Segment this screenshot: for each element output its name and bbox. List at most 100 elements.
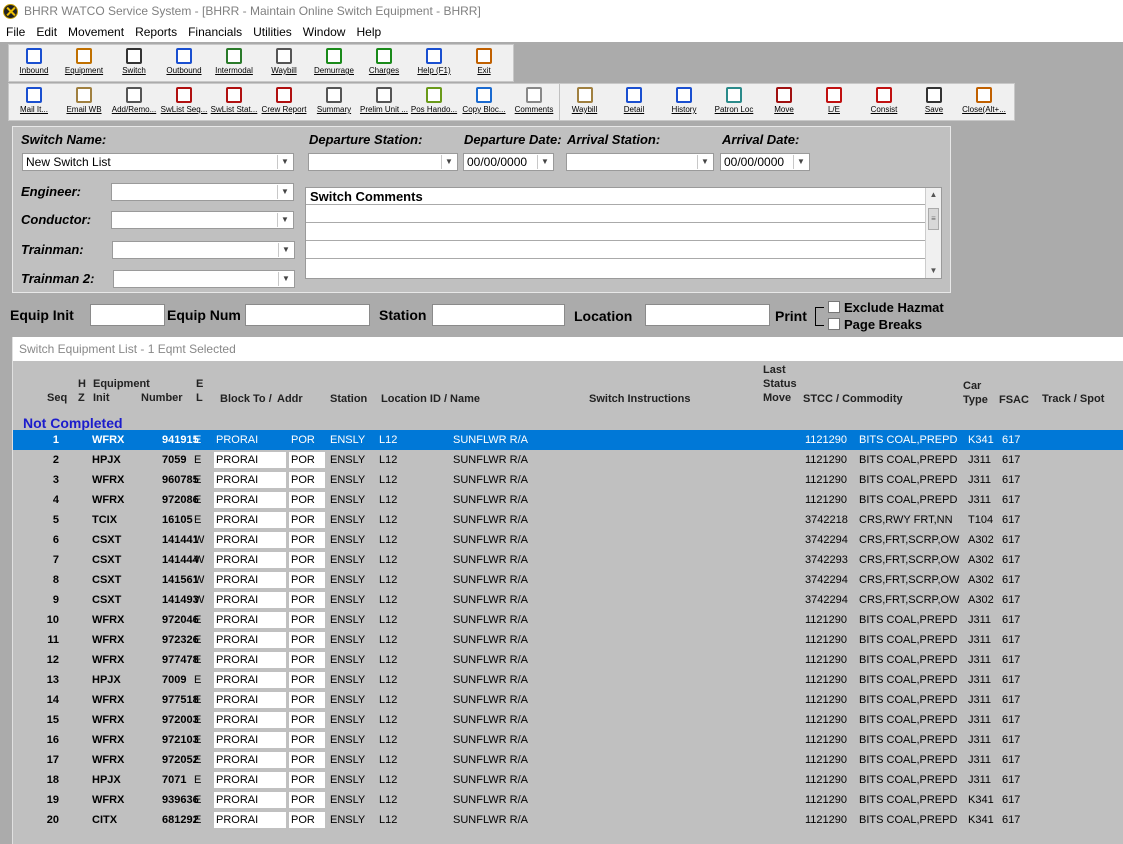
chevron-down-icon[interactable]: ▼ xyxy=(278,272,293,286)
col-equipment[interactable]: Equipment xyxy=(93,377,150,391)
col-block-to[interactable]: Block To / xyxy=(220,392,272,406)
table-row[interactable]: 4 WFRX 972086 E PRORAI POR ENSLY L12 SUNFLWR R/A… xyxy=(13,490,1123,510)
toolbar-button-consist[interactable]: Consist xyxy=(859,84,909,120)
table-row[interactable]: 7 CSXT 141444 W PRORAI POR ENSLY L12 SUNFLWR R/A… xyxy=(13,550,1123,570)
cell-addr[interactable]: POR xyxy=(289,792,325,808)
menu-reports[interactable]: Reports xyxy=(129,23,182,42)
comment-line[interactable] xyxy=(306,205,925,223)
col-status[interactable]: Status xyxy=(763,377,797,391)
col-stcc-commodity[interactable]: STCC / Commodity xyxy=(803,392,903,406)
table-row[interactable]: 13 HPJX 7009 E PRORAI POR ENSLY L12 SUNFLWR R/A 1… xyxy=(13,670,1123,690)
equip-num-input[interactable] xyxy=(245,304,370,326)
col-station[interactable]: Station xyxy=(330,392,367,406)
cell-addr[interactable]: POR xyxy=(289,452,325,468)
toolbar-button-copy-bloc[interactable]: Copy Bloc... xyxy=(459,84,509,120)
departure-station-combo[interactable]: ▼ xyxy=(308,153,458,171)
toolbar-button-history[interactable]: History xyxy=(659,84,709,120)
page-breaks-checkbox[interactable] xyxy=(828,318,840,330)
cell-block[interactable]: PRORAI xyxy=(214,612,286,628)
conductor-combo[interactable]: ▼ xyxy=(111,211,294,229)
toolbar-button-waybill[interactable]: Waybill xyxy=(259,45,309,81)
col-l[interactable]: L xyxy=(196,391,203,405)
cell-block[interactable]: PRORAI xyxy=(214,512,286,528)
chevron-down-icon[interactable]: ▼ xyxy=(441,155,456,169)
location-input[interactable] xyxy=(645,304,770,326)
cell-block[interactable]: PRORAI xyxy=(214,672,286,688)
cell-addr[interactable]: POR xyxy=(289,472,325,488)
cell-block[interactable]: PRORAI xyxy=(214,812,286,828)
col-e[interactable]: E xyxy=(196,377,203,391)
chevron-up-icon[interactable]: ▲ xyxy=(926,188,941,202)
cell-block[interactable]: PRORAI xyxy=(214,772,286,788)
cell-addr[interactable]: POR xyxy=(289,772,325,788)
cell-block[interactable]: PRORAI xyxy=(214,592,286,608)
cell-addr[interactable]: POR xyxy=(289,432,325,448)
toolbar-button-summary[interactable]: Summary xyxy=(309,84,359,120)
cell-block[interactable]: PRORAI xyxy=(214,792,286,808)
exclude-hazmat-checkbox[interactable] xyxy=(828,301,840,313)
col-last[interactable]: Last xyxy=(763,363,786,377)
toolbar-button-email-wb[interactable]: Email WB xyxy=(59,84,109,120)
toolbar-button-close-alt[interactable]: Close(Alt+... xyxy=(959,84,1009,120)
table-row[interactable]: 8 CSXT 141561 W PRORAI POR ENSLY L12 SUNFLWR R/A… xyxy=(13,570,1123,590)
trainman-combo[interactable]: ▼ xyxy=(112,241,295,259)
toolbar-button-comments[interactable]: Comments xyxy=(509,84,559,120)
col-h[interactable]: H xyxy=(78,377,86,391)
table-row[interactable]: 3 WFRX 960785 E PRORAI POR ENSLY L12 SUNFLWR R/A… xyxy=(13,470,1123,490)
toolbar-button-save[interactable]: Save xyxy=(909,84,959,120)
comments-scrollbar[interactable]: ▲ ≡ ▼ xyxy=(925,188,941,278)
col-type[interactable]: Type xyxy=(963,393,988,407)
toolbar-button-mail-it[interactable]: Mail It... xyxy=(9,84,59,120)
chevron-down-icon[interactable]: ▼ xyxy=(277,155,292,169)
col-init[interactable]: Init xyxy=(93,391,110,405)
cell-block[interactable]: PRORAI xyxy=(214,712,286,728)
col-number[interactable]: Number xyxy=(141,391,183,405)
comment-line[interactable] xyxy=(306,241,925,259)
cell-addr[interactable]: POR xyxy=(289,612,325,628)
toolbar-button-patron-loc[interactable]: Patron Loc xyxy=(709,84,759,120)
cell-addr[interactable]: POR xyxy=(289,752,325,768)
table-row[interactable]: 14 WFRX 977518 E PRORAI POR ENSLY L12 SUNFLWR R/… xyxy=(13,690,1123,710)
switch-name-combo[interactable]: New Switch List ▼ xyxy=(22,153,294,171)
col-z[interactable]: Z xyxy=(78,391,85,405)
col-switch-instructions[interactable]: Switch Instructions xyxy=(589,392,690,406)
cell-addr[interactable]: POR xyxy=(289,552,325,568)
cell-addr[interactable]: POR xyxy=(289,692,325,708)
col-car[interactable]: Car xyxy=(963,379,981,393)
toolbar-button-detail[interactable]: Detail xyxy=(609,84,659,120)
chevron-down-icon[interactable]: ▼ xyxy=(793,155,808,169)
cell-block[interactable]: PRORAI xyxy=(214,692,286,708)
toolbar-button-waybill[interactable]: Waybill xyxy=(559,84,609,120)
toolbar-button-charges[interactable]: Charges xyxy=(359,45,409,81)
chevron-down-icon[interactable]: ▼ xyxy=(277,213,292,227)
toolbar-button-swlist-seq[interactable]: SwList Seq... xyxy=(159,84,209,120)
table-row[interactable]: 1 WFRX 941915 E PRORAI POR ENSLY L12 SUNFLWR R/A… xyxy=(13,430,1123,450)
toolbar-button-exit[interactable]: Exit xyxy=(459,45,509,81)
table-row[interactable]: 12 WFRX 977478 E PRORAI POR ENSLY L12 SUNFLWR R/… xyxy=(13,650,1123,670)
toolbar-button-add-remo[interactable]: Add/Remo... xyxy=(109,84,159,120)
toolbar-button-switch[interactable]: Switch xyxy=(109,45,159,81)
cell-block[interactable]: PRORAI xyxy=(214,752,286,768)
engineer-combo[interactable]: ▼ xyxy=(111,183,294,201)
toolbar-button-equipment[interactable]: Equipment xyxy=(59,45,109,81)
chevron-down-icon[interactable]: ▼ xyxy=(537,155,552,169)
cell-addr[interactable]: POR xyxy=(289,652,325,668)
cell-addr[interactable]: POR xyxy=(289,492,325,508)
arrival-date-picker[interactable]: 00/00/0000 ▼ xyxy=(720,153,810,171)
cell-addr[interactable]: POR xyxy=(289,592,325,608)
departure-date-picker[interactable]: 00/00/0000 ▼ xyxy=(463,153,554,171)
menu-window[interactable]: Window xyxy=(297,23,351,42)
table-row[interactable]: 5 TCIX 16105 E PRORAI POR ENSLY L12 SUNFLWR R/A 3… xyxy=(13,510,1123,530)
table-row[interactable]: 18 HPJX 7071 E PRORAI POR ENSLY L12 SUNFLWR R/A 1… xyxy=(13,770,1123,790)
cell-addr[interactable]: POR xyxy=(289,672,325,688)
cell-block[interactable]: PRORAI xyxy=(214,732,286,748)
menu-utilities[interactable]: Utilities xyxy=(247,23,297,42)
toolbar-button-demurrage[interactable]: Demurrage xyxy=(309,45,359,81)
cell-block[interactable]: PRORAI xyxy=(214,572,286,588)
col-location[interactable]: Location ID / Name xyxy=(381,392,480,406)
cell-block[interactable]: PRORAI xyxy=(214,532,286,548)
cell-addr[interactable]: POR xyxy=(289,532,325,548)
scroll-thumb[interactable]: ≡ xyxy=(928,208,939,230)
comment-line[interactable] xyxy=(306,223,925,241)
cell-block[interactable]: PRORAI xyxy=(214,552,286,568)
